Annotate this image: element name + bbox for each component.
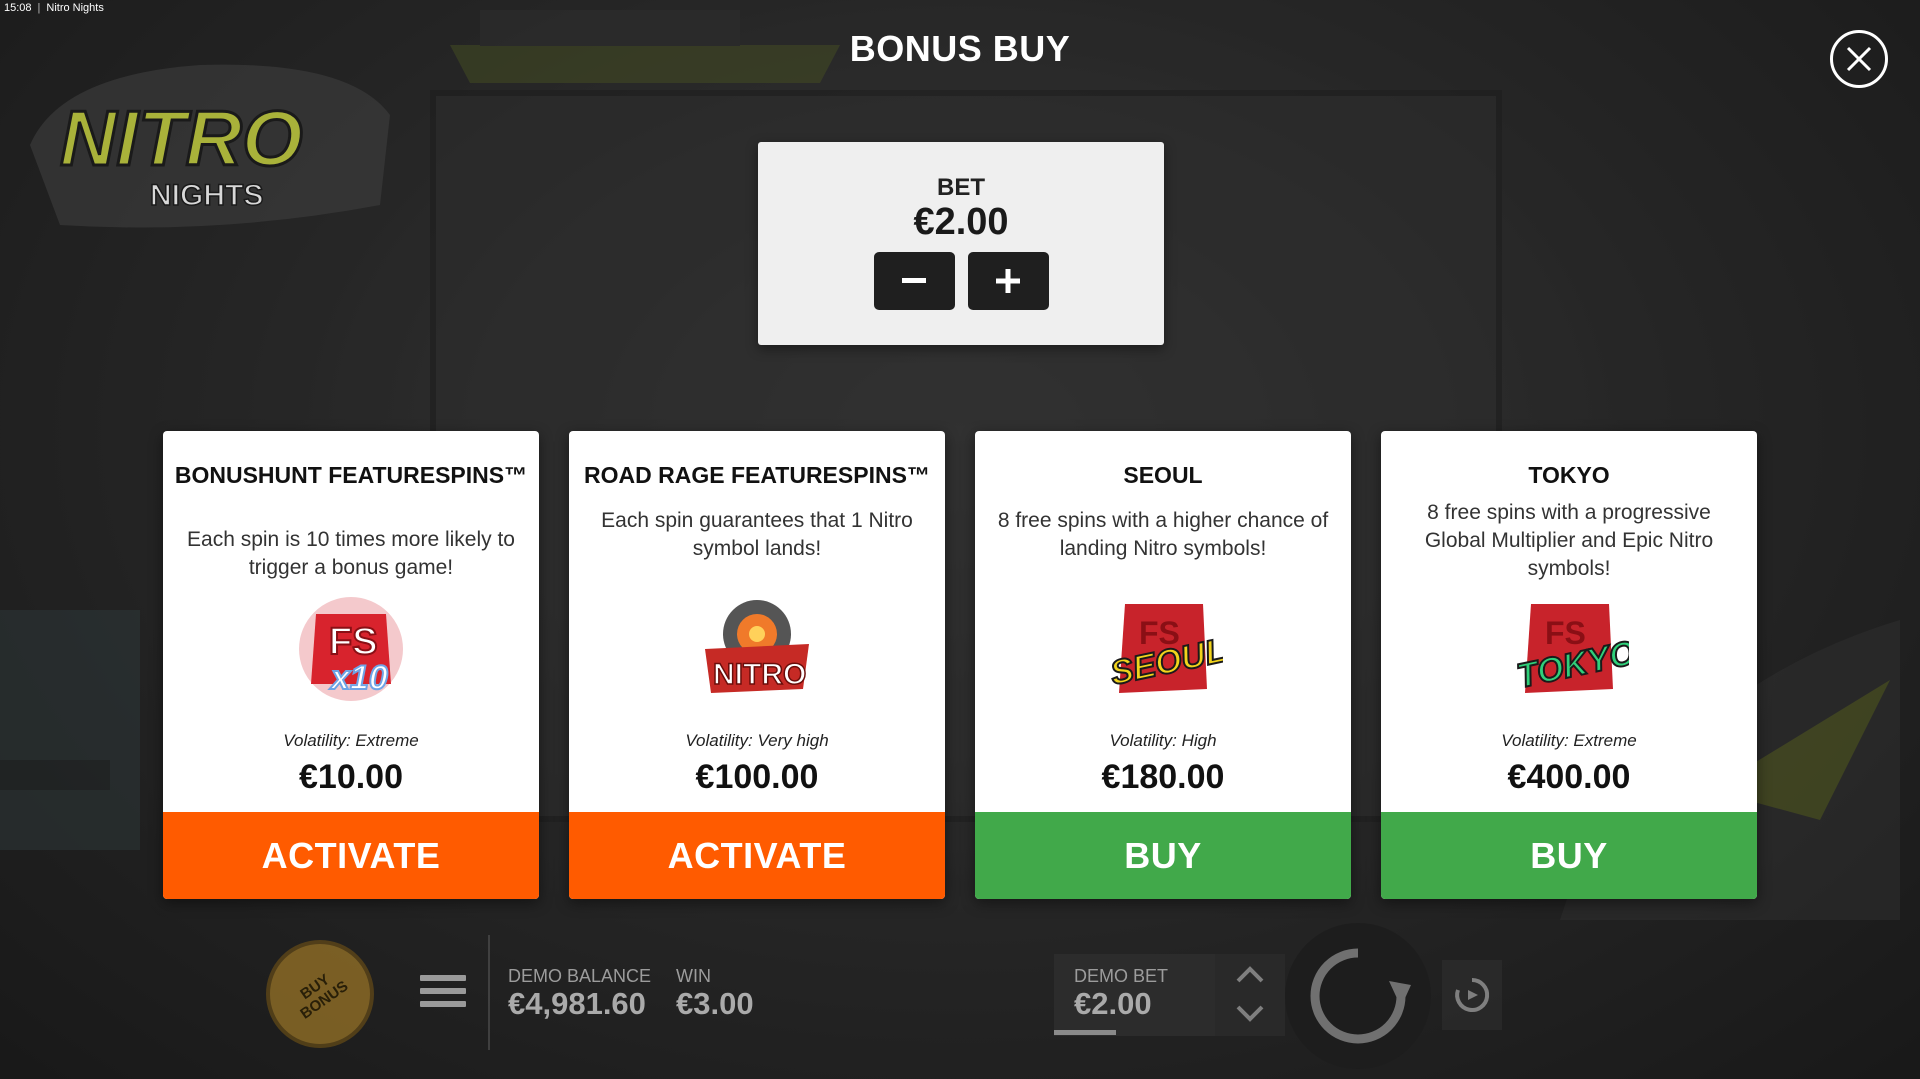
demo-bet-value: €2.00 [1074, 986, 1152, 1021]
buy-button[interactable]: BUY [1381, 812, 1757, 899]
menu-icon-bar [420, 988, 466, 994]
autoplay-icon [1455, 977, 1490, 1012]
buy-bonus-button[interactable]: BUY BONUS [266, 940, 374, 1048]
volatility-label: Volatility: Extreme [283, 731, 419, 750]
buy-button[interactable]: BUY [975, 812, 1351, 899]
logo-word-1: NITRO [60, 94, 303, 182]
card-description: Each spin is 10 times more likely to tri… [187, 528, 515, 579]
dialog-title: BONUS BUY [849, 28, 1071, 69]
game-logo: NITRO NIGHTS [30, 64, 390, 228]
tokyo-icon: FS TOKYO [1513, 604, 1629, 697]
activate-button[interactable]: ACTIVATE [569, 812, 945, 899]
seoul-icon: FS SEOUL [1106, 604, 1223, 694]
menu-icon-bar [420, 975, 466, 981]
increase-bet-button[interactable] [967, 252, 1049, 310]
logo-word-2: NIGHTS [150, 179, 263, 212]
svg-text:FS: FS [329, 621, 378, 663]
divider [488, 935, 490, 1050]
demo-bet-label: DEMO BET [1074, 966, 1169, 986]
plus-icon [996, 269, 1020, 293]
menu-icon-bar [420, 1001, 466, 1007]
title-separator: | [37, 2, 41, 14]
card-description: Each spin guarantees that 1 Nitro symbol… [601, 509, 913, 560]
spin-icon [1310, 948, 1411, 1044]
card-description: 8 free spins with a higher chance of lan… [997, 509, 1329, 560]
win-display: WIN €3.00 [676, 966, 754, 1021]
bonus-card-bonushunt: BONUSHUNT FEATURESPINS™ Each spin is 10 … [163, 431, 539, 899]
activate-button[interactable]: ACTIVATE [163, 812, 539, 899]
chevron-up-icon [1236, 966, 1264, 983]
volatility-label: Volatility: Extreme [1501, 731, 1637, 750]
autoplay-button[interactable] [1442, 960, 1502, 1030]
window-title: Nitro Nights [46, 2, 104, 14]
demo-balance: DEMO BALANCE €4,981.60 [508, 966, 651, 1021]
bonus-card-tokyo: TOKYO 8 free spins with a progressive Gl… [1381, 431, 1757, 899]
bonus-options: BONUSHUNT FEATURESPINS™ Each spin is 10 … [163, 431, 1757, 899]
bet-value: €2.00 [913, 201, 1009, 243]
bet-panel: BET €2.00 [758, 142, 1164, 345]
volatility-label: Volatility: High [1109, 731, 1217, 750]
close-icon [1846, 46, 1872, 72]
balance-label: DEMO BALANCE [508, 966, 652, 986]
volatility-label: Volatility: Very high [685, 731, 829, 750]
demo-bet: DEMO BET €2.00 [1074, 966, 1168, 1021]
bet-underline [1054, 1030, 1116, 1035]
icon-text: NITRO [713, 658, 806, 691]
balance-value: €4,981.60 [508, 986, 646, 1021]
bet-controls [758, 252, 1164, 310]
win-value: €3.00 [676, 986, 754, 1021]
card-title: SEOUL [1123, 462, 1203, 488]
bet-adjust-arrows[interactable] [1215, 954, 1285, 1036]
close-button[interactable] [1830, 30, 1888, 88]
fs-x10-icon: FS x10 [299, 597, 403, 701]
decrease-bet-button[interactable] [873, 252, 955, 310]
nitro-icon: NITRO [705, 600, 809, 693]
spin-button[interactable] [1285, 923, 1431, 1069]
buy-bonus-label: BUY BONUS [297, 970, 352, 1023]
clock: 15:08 [4, 2, 32, 14]
window-titlebar: 15:08 | Nitro Nights [0, 0, 108, 18]
icon-text: x10 [329, 659, 388, 697]
chevron-down-icon [1236, 1005, 1264, 1022]
menu-button[interactable] [420, 975, 466, 1013]
bonus-card-seoul: SEOUL 8 free spins with a higher chance … [975, 431, 1351, 899]
card-title: ROAD RAGE FEATURESPINS™ [584, 462, 930, 488]
win-label: WIN [676, 966, 711, 986]
card-title: BONUSHUNT FEATURESPINS™ [174, 462, 528, 488]
bonus-card-road-rage: ROAD RAGE FEATURESPINS™ Each spin guaran… [569, 431, 945, 899]
card-title: TOKYO [1528, 462, 1610, 488]
card-description: 8 free spins with a progressive Global M… [1424, 501, 1714, 580]
price: €400.00 [1507, 758, 1631, 796]
price: €100.00 [695, 758, 819, 796]
bet-label: BET [937, 174, 985, 201]
price: €180.00 [1101, 758, 1225, 796]
minus-icon [902, 278, 926, 283]
price: €10.00 [299, 758, 403, 796]
